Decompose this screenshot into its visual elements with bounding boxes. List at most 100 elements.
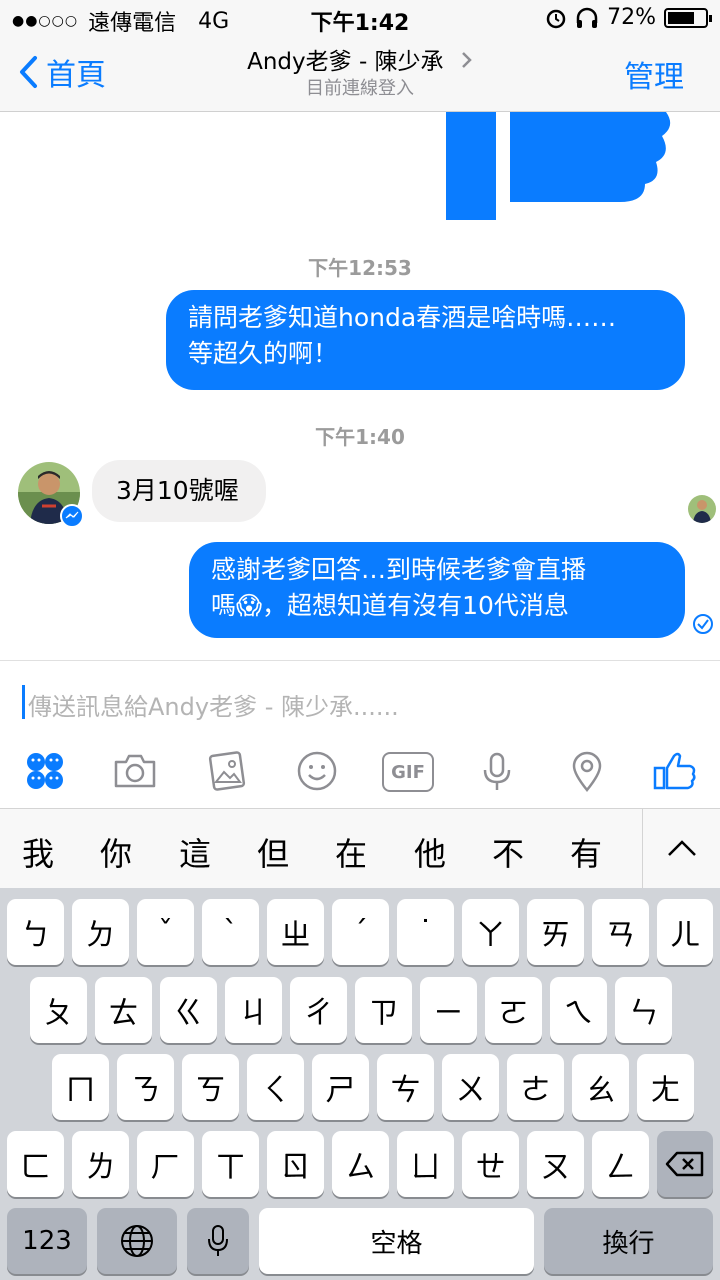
- outgoing-message[interactable]: 請問老爹知道honda春酒是啥時嗎…… 等超久的啊！: [166, 290, 685, 390]
- battery-icon: [664, 7, 712, 28]
- candidate-word[interactable]: 不: [478, 829, 538, 875]
- outgoing-message[interactable]: 感謝老爹回答…到時候老爹會直播 嗎😱，超想知道有沒有10代消息: [189, 542, 685, 638]
- key[interactable]: ㄇ: [52, 1054, 109, 1120]
- composer-toolbar: GIF: [0, 740, 720, 808]
- thumbs-up-icon[interactable]: [650, 746, 700, 796]
- key[interactable]: ㄉ: [72, 899, 129, 965]
- key[interactable]: ㄣ: [615, 977, 672, 1043]
- return-key[interactable]: 換行: [544, 1208, 713, 1274]
- incoming-message[interactable]: 3月10號喔: [92, 460, 266, 522]
- battery-level: [668, 11, 694, 24]
- key[interactable]: ㄤ: [637, 1054, 694, 1120]
- large-thumbs-up-sticker[interactable]: [440, 112, 680, 224]
- key[interactable]: ㄟ: [550, 977, 607, 1043]
- candidate-word[interactable]: 你: [86, 829, 146, 875]
- conversation-title[interactable]: Andy老爹 - 陳少承: [0, 42, 720, 76]
- key[interactable]: ㄆ: [30, 977, 87, 1043]
- key[interactable]: ㄋ: [117, 1054, 174, 1120]
- message-line: 感謝老爹回答…到時候老爹會直播: [211, 555, 587, 584]
- key[interactable]: ˇ: [137, 899, 194, 965]
- chevron-right-icon: [461, 52, 472, 68]
- candidate-word[interactable]: 有: [556, 829, 616, 875]
- headphones-icon: [576, 7, 598, 28]
- globe-icon: [121, 1225, 153, 1257]
- message-line: 嗎😱，超想知道有沒有10代消息: [211, 591, 569, 620]
- key[interactable]: ㄞ: [527, 899, 584, 965]
- gif-label: GIF: [391, 761, 425, 783]
- key[interactable]: ㄑ: [247, 1054, 304, 1120]
- key[interactable]: ㄝ: [462, 1131, 519, 1197]
- location-icon[interactable]: [562, 746, 612, 796]
- key[interactable]: ㄓ: [267, 899, 324, 965]
- key[interactable]: ㄜ: [507, 1054, 564, 1120]
- alarm-icon: [546, 9, 566, 28]
- status-right: 72%: [545, 5, 712, 30]
- message-input-placeholder: 傳送訊息給Andy老爹 - 陳少承......: [28, 693, 399, 721]
- key[interactable]: ㄡ: [527, 1131, 584, 1197]
- timestamp: 下午1:40: [315, 425, 405, 449]
- key[interactable]: ㄛ: [485, 977, 542, 1043]
- key[interactable]: ㄔ: [290, 977, 347, 1043]
- battery-percent: 72%: [607, 5, 656, 30]
- read-receipt-avatar: [688, 495, 716, 523]
- key[interactable]: ㄨ: [442, 1054, 499, 1120]
- key[interactable]: ˙: [397, 899, 454, 965]
- key[interactable]: ㄎ: [182, 1054, 239, 1120]
- key[interactable]: ㄗ: [355, 977, 412, 1043]
- timestamp: 下午12:53: [308, 256, 412, 280]
- candidate-word[interactable]: 但: [243, 829, 303, 875]
- message-composer[interactable]: 傳送訊息給Andy老爹 - 陳少承......: [0, 660, 720, 740]
- gallery-icon[interactable]: [202, 746, 252, 796]
- camera-icon[interactable]: [110, 746, 160, 796]
- key[interactable]: ㄖ: [267, 1131, 324, 1197]
- key[interactable]: ㄩ: [397, 1131, 454, 1197]
- key[interactable]: ㄅ: [7, 899, 64, 965]
- key[interactable]: ˊ: [332, 899, 389, 965]
- text-cursor: [22, 685, 25, 719]
- globe-key[interactable]: [97, 1208, 177, 1274]
- key[interactable]: ㄒ: [202, 1131, 259, 1197]
- key[interactable]: ㄧ: [420, 977, 477, 1043]
- candidate-word[interactable]: 我: [8, 829, 68, 875]
- key[interactable]: ㄘ: [377, 1054, 434, 1120]
- conversation-header: 首頁 Andy老爹 - 陳少承 目前連線登入 管理: [0, 36, 720, 112]
- key[interactable]: ㄍ: [160, 977, 217, 1043]
- expand-candidates-button[interactable]: [642, 809, 720, 889]
- key[interactable]: ㄙ: [332, 1131, 389, 1197]
- manage-button[interactable]: 管理: [624, 52, 684, 96]
- candidate-word[interactable]: 在: [321, 829, 381, 875]
- key[interactable]: ㄚ: [462, 899, 519, 965]
- messenger-screen: ●●○○○ 遠傳電信 4G 下午1:42 72% 首頁 Andy老爹 - 陳少承…: [0, 0, 720, 1280]
- key[interactable]: ㄌ: [72, 1131, 129, 1197]
- candidate-word[interactable]: 這: [165, 829, 225, 875]
- key[interactable]: ㄕ: [312, 1054, 369, 1120]
- key[interactable]: ㄏ: [137, 1131, 194, 1197]
- backspace-icon: [665, 1151, 704, 1177]
- key[interactable]: ㄈ: [7, 1131, 64, 1197]
- backspace-key[interactable]: [657, 1131, 713, 1197]
- space-key[interactable]: 空格: [259, 1208, 534, 1274]
- microphone-icon[interactable]: [472, 746, 522, 796]
- zhuyin-keyboard: ㄅ ㄉ ˇ ˋ ㄓ ˊ ˙ ㄚ ㄞ ㄢ ㄦ ㄆ ㄊ ㄍ ㄐ ㄔ ㄗ ㄧ ㄛ ㄟ …: [0, 888, 720, 1280]
- key[interactable]: ˋ: [202, 899, 259, 965]
- key[interactable]: ㄠ: [572, 1054, 629, 1120]
- status-bar: ●●○○○ 遠傳電信 4G 下午1:42 72%: [0, 0, 720, 36]
- delivered-check-icon: [693, 614, 713, 634]
- candidate-bar: 我 你 這 但 在 他 不 有: [0, 808, 720, 889]
- smiley-icon[interactable]: [292, 746, 342, 796]
- candidate-word[interactable]: 他: [400, 829, 460, 875]
- gif-icon[interactable]: GIF: [382, 752, 434, 792]
- key[interactable]: ㄐ: [225, 977, 282, 1043]
- dictation-key[interactable]: [187, 1208, 249, 1274]
- presence-status: 目前連線登入: [306, 78, 414, 99]
- emoji-sticker-icon[interactable]: [20, 746, 70, 796]
- message-list[interactable]: 下午12:53 請問老爹知道honda春酒是啥時嗎…… 等超久的啊！ 下午1:4…: [0, 112, 720, 660]
- microphone-icon: [208, 1225, 228, 1256]
- message-line: 請問老爹知道honda春酒是啥時嗎……: [188, 303, 617, 332]
- key[interactable]: ㄦ: [657, 899, 713, 965]
- key[interactable]: ㄥ: [592, 1131, 649, 1197]
- key[interactable]: ㄢ: [592, 899, 649, 965]
- contact-name: Andy老爹 - 陳少承: [247, 49, 444, 75]
- key[interactable]: ㄊ: [95, 977, 152, 1043]
- numbers-key[interactable]: 123: [7, 1208, 87, 1274]
